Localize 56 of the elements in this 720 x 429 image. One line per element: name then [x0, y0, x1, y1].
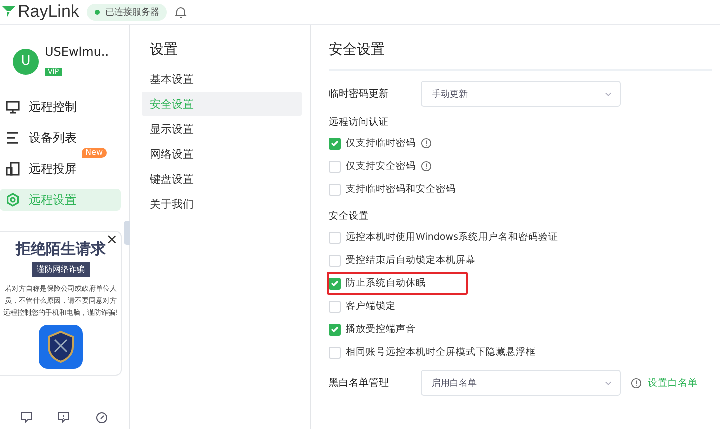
chat-icon[interactable]	[20, 412, 33, 424]
checkbox[interactable]	[329, 232, 341, 244]
option-label: 相同账号远控本机时全屏模式下隐藏悬浮框	[346, 346, 536, 359]
settings-title: 设置	[150, 41, 179, 59]
group-label: 安全设置	[329, 210, 370, 223]
option-label: 远控本机时使用Windows系统用户名和密码验证	[346, 231, 558, 244]
field-label: 临时密码更新	[329, 88, 390, 101]
user-name: USEwlmu..	[45, 45, 110, 59]
option-label: 防止系统自动休眠	[346, 277, 426, 290]
devices-icon	[6, 162, 20, 176]
option-label: 支持临时密码和安全密码	[346, 183, 456, 196]
checkbox[interactable]	[329, 278, 341, 290]
settings-nav-item[interactable]: 网络设置	[142, 142, 302, 166]
checkbox[interactable]	[329, 160, 341, 172]
chevron-down-icon	[605, 92, 612, 96]
close-button[interactable]: ×	[106, 232, 118, 248]
checkbox[interactable]	[329, 138, 341, 150]
whitelist-dropdown[interactable]: 启用白名单	[421, 370, 621, 396]
option-label: 仅支持临时密码	[346, 137, 416, 150]
checkbox[interactable]	[329, 346, 341, 358]
option-label: 客户端锁定	[346, 300, 396, 313]
nav-item[interactable]: 远程控制	[0, 96, 121, 118]
option-label: 仅支持安全密码	[346, 160, 416, 173]
section-title: 安全设置	[329, 25, 712, 71]
info-icon[interactable]	[631, 378, 642, 388]
settings-nav-item[interactable]: 显示设置	[142, 117, 302, 141]
nav-item[interactable]: 远程投屏	[0, 158, 121, 180]
connection-status: 已连接服务器	[87, 4, 168, 20]
monitor-icon	[6, 100, 20, 114]
list-icon	[6, 131, 20, 145]
notification-icon[interactable]	[175, 6, 188, 18]
app-logo: RayLink	[2, 2, 80, 22]
new-badge: New	[82, 148, 107, 158]
info-icon[interactable]	[421, 161, 432, 172]
collapse-handle[interactable]	[124, 221, 130, 245]
group-label: 远程访问认证	[329, 116, 390, 129]
settings-icon	[6, 193, 20, 207]
settings-nav-item[interactable]: 关于我们	[142, 192, 302, 216]
settings-nav-item[interactable]: 键盘设置	[142, 167, 302, 191]
compass-icon[interactable]	[96, 412, 108, 424]
checkbox[interactable]	[329, 184, 341, 196]
shield-icon	[39, 325, 83, 369]
update-mode-dropdown[interactable]: 手动更新	[421, 81, 621, 107]
option-label: 受控结束后自动锁定本机屏幕	[346, 254, 476, 267]
settings-nav-item[interactable]: 基本设置	[142, 67, 302, 91]
nav-item[interactable]: 设备列表	[0, 127, 121, 149]
checkbox[interactable]	[329, 254, 341, 266]
chevron-down-icon	[605, 380, 612, 386]
option-label: 播放受控端声音	[346, 323, 416, 336]
feedback-icon[interactable]	[58, 412, 70, 424]
field-label: 黑白名单管理	[329, 376, 390, 390]
info-icon[interactable]	[421, 138, 432, 149]
checkbox[interactable]	[329, 300, 341, 312]
checkbox[interactable]	[329, 324, 341, 336]
ad-subtitle: 谨防网络诈骗	[32, 262, 90, 277]
ad-title: 拒绝陌生请求	[16, 240, 106, 259]
